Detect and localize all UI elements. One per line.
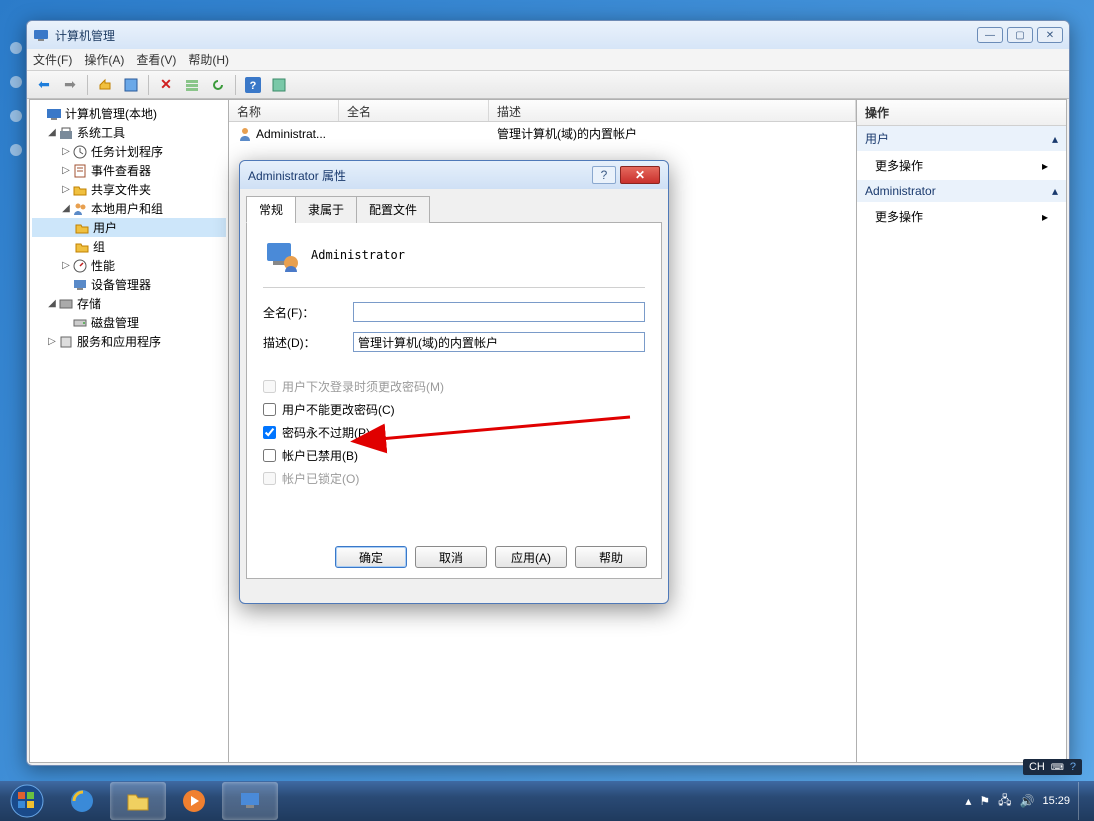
options-button[interactable] [181, 74, 203, 96]
chevron-right-icon: ▸ [1042, 159, 1048, 173]
actions-more-admin[interactable]: 更多操作▸ [857, 202, 1066, 231]
actions-section-admin[interactable]: Administrator▴ [857, 180, 1066, 202]
tray-flag-icon[interactable]: ⚑ [979, 794, 990, 808]
label-description: 描述(D)： [263, 334, 353, 351]
tree-device-manager[interactable]: 设备管理器 [32, 275, 226, 294]
chevron-right-icon: ▸ [1042, 210, 1048, 224]
tree-storage[interactable]: ◢ 存储 [32, 294, 226, 313]
tree-groups[interactable]: 组 [32, 237, 226, 256]
tree-services-apps[interactable]: ▷ 服务和应用程序 [32, 332, 226, 351]
tree-users[interactable]: 用户 [32, 218, 226, 237]
tree-system-tools[interactable]: ◢ 系统工具 [32, 123, 226, 142]
tab-memberof[interactable]: 隶属于 [295, 196, 357, 223]
actions-header: 操作 [857, 100, 1066, 126]
desktop: 计算机管理 — ▢ ✕ 文件(F) 操作(A) 查看(V) 帮助(H) ⬅ ➡ … [0, 0, 1094, 821]
help-button[interactable]: 帮助 [575, 546, 647, 568]
svg-text:?: ? [250, 80, 257, 92]
tab-general[interactable]: 常规 [246, 196, 296, 223]
titlebar[interactable]: 计算机管理 — ▢ ✕ [27, 21, 1069, 49]
close-button[interactable]: ✕ [1037, 27, 1063, 43]
tree-performance[interactable]: ▷ 性能 [32, 256, 226, 275]
dialog-tabs: 常规 隶属于 配置文件 [246, 195, 662, 223]
checkbox-account-disabled[interactable]: 帐户已禁用(B) [263, 447, 645, 464]
dialog-help-button[interactable]: ? [592, 166, 616, 184]
menu-file[interactable]: 文件(F) [33, 51, 72, 68]
taskbar-explorer[interactable] [110, 782, 166, 820]
collapse-icon: ▴ [1052, 184, 1058, 198]
tree-local-users-groups[interactable]: ◢ 本地用户和组 [32, 199, 226, 218]
tree-disk-management[interactable]: 磁盘管理 [32, 313, 226, 332]
system-tray: ▴ ⚑ 🖧 🔊 15:29 [965, 782, 1094, 820]
toolbar: ⬅ ➡ ✕ ? [27, 71, 1069, 99]
properties-button[interactable] [120, 74, 142, 96]
col-desc[interactable]: 描述 [489, 100, 856, 121]
collapse-icon: ▴ [1052, 132, 1058, 146]
actions-more-users[interactable]: 更多操作▸ [857, 151, 1066, 180]
tab-content-general: Administrator 全名(F)： 描述(D)： 用户下次登录时须更改密码… [246, 223, 662, 579]
list-header: 名称 全名 描述 [229, 100, 856, 122]
taskbar-media-player[interactable] [166, 782, 222, 820]
cancel-button[interactable]: 取消 [415, 546, 487, 568]
list-row-administrator[interactable]: Administrat... 管理计算机(域)的内置帐户 [229, 122, 856, 145]
tray-volume-icon[interactable]: 🔊 [1020, 794, 1035, 808]
col-name[interactable]: 名称 [229, 100, 339, 121]
input-description[interactable] [353, 332, 645, 352]
refresh-button[interactable] [207, 74, 229, 96]
taskbar: ▴ ⚑ 🖧 🔊 15:29 [0, 781, 1094, 821]
window-title: 计算机管理 [55, 27, 977, 44]
tab-profile[interactable]: 配置文件 [356, 196, 430, 223]
dialog-username: Administrator [311, 248, 405, 262]
checkbox-must-change-password: 用户下次登录时须更改密码(M) [263, 378, 645, 395]
col-fullname[interactable]: 全名 [339, 100, 489, 121]
menu-view[interactable]: 查看(V) [136, 51, 176, 68]
dialog-title: Administrator 属性 [248, 167, 592, 184]
start-button[interactable] [0, 781, 54, 821]
tree-task-scheduler[interactable]: ▷ 任务计划程序 [32, 142, 226, 161]
actions-section-users[interactable]: 用户▴ [857, 126, 1066, 151]
tray-clock[interactable]: 15:29 [1042, 795, 1070, 807]
back-button[interactable]: ⬅ [33, 74, 55, 96]
tree-shared-folders[interactable]: ▷ 共享文件夹 [32, 180, 226, 199]
show-desktop-button[interactable] [1078, 782, 1086, 820]
up-button[interactable] [94, 74, 116, 96]
checkbox-cannot-change-password[interactable]: 用户不能更改密码(C) [263, 401, 645, 418]
dialog-titlebar[interactable]: Administrator 属性 ? ✕ [240, 161, 668, 189]
taskbar-ie[interactable] [54, 782, 110, 820]
menubar: 文件(F) 操作(A) 查看(V) 帮助(H) [27, 49, 1069, 71]
tray-network-icon[interactable]: 🖧 [998, 791, 1011, 812]
tray-up-icon[interactable]: ▴ [965, 794, 971, 808]
tree-event-viewer[interactable]: ▷ 事件查看器 [32, 161, 226, 180]
help-button[interactable]: ? [242, 74, 264, 96]
forward-button[interactable]: ➡ [59, 74, 81, 96]
administrator-properties-dialog: Administrator 属性 ? ✕ 常规 隶属于 配置文件 Adminis… [239, 160, 669, 604]
ok-button[interactable]: 确定 [335, 546, 407, 568]
app-icon [33, 27, 49, 43]
maximize-button[interactable]: ▢ [1007, 27, 1033, 43]
checkbox-password-never-expires[interactable]: 密码永不过期(P) [263, 424, 645, 441]
dialog-close-button[interactable]: ✕ [620, 166, 660, 184]
label-fullname: 全名(F)： [263, 304, 353, 321]
checkbox-account-locked: 帐户已锁定(O) [263, 470, 645, 487]
tree-panel[interactable]: 计算机管理(本地) ◢ 系统工具 ▷ 任务计划程序 ▷ [29, 99, 229, 763]
actions-panel: 操作 用户▴ 更多操作▸ Administrator▴ 更多操作▸ [857, 99, 1067, 763]
taskbar-computer-management[interactable] [222, 782, 278, 820]
tree-root[interactable]: 计算机管理(本地) [32, 104, 226, 123]
desktop-left-edge [10, 20, 24, 775]
user-avatar-icon [263, 237, 299, 273]
language-indicator[interactable]: CH ⌨ ? [1023, 759, 1082, 775]
menu-help[interactable]: 帮助(H) [188, 51, 229, 68]
extra-button[interactable] [268, 74, 290, 96]
delete-button[interactable]: ✕ [155, 74, 177, 96]
user-icon [237, 126, 253, 142]
apply-button[interactable]: 应用(A) [495, 546, 567, 568]
minimize-button[interactable]: — [977, 27, 1003, 43]
input-fullname[interactable] [353, 302, 645, 322]
menu-action[interactable]: 操作(A) [84, 51, 124, 68]
